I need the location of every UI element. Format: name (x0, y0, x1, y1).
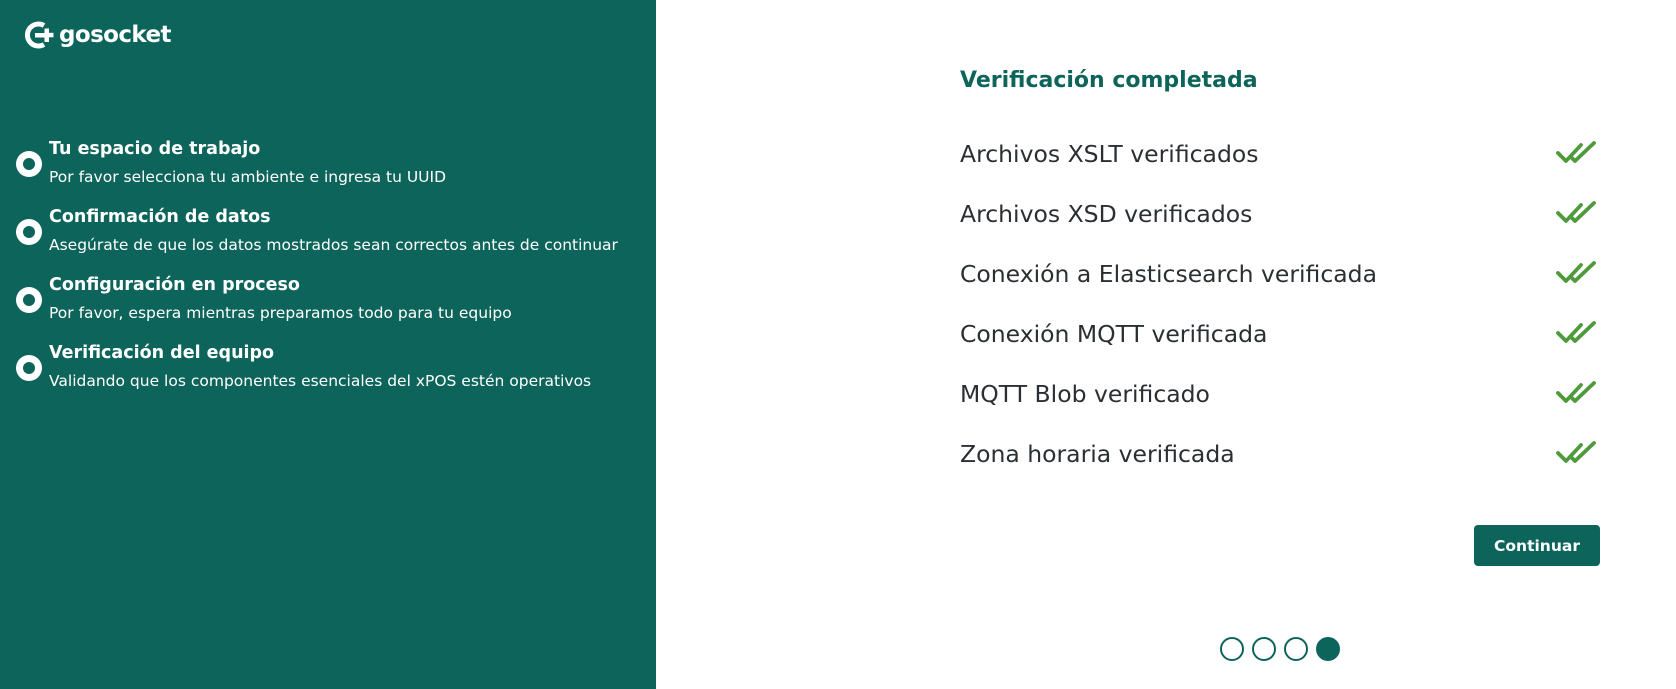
verification-label: Archivos XSLT verificados (960, 140, 1259, 168)
verification-label: Conexión a Elasticsearch verificada (960, 260, 1377, 288)
step-workspace: Tu espacio de trabajo Por favor seleccio… (16, 137, 646, 197)
verification-item: Conexión MQTT verificada (960, 314, 1600, 354)
step-pagination (1220, 637, 1340, 661)
verification-item: Conexión a Elasticsearch verificada (960, 254, 1600, 294)
logo: gosocket (22, 20, 171, 50)
pagination-dot-3[interactable] (1284, 637, 1308, 661)
continue-button[interactable]: Continuar (1474, 525, 1600, 566)
double-check-icon (1556, 321, 1596, 343)
pagination-dot-1[interactable] (1220, 637, 1244, 661)
main-content: Verificación completada Archivos XSLT ve… (656, 0, 1676, 689)
pagination-dot-2[interactable] (1252, 637, 1276, 661)
verification-label: Zona horaria verificada (960, 440, 1235, 468)
step-data-confirmation: Confirmación de datos Asegúrate de que l… (16, 205, 646, 265)
step-indicator-icon (16, 219, 42, 245)
verification-label: Conexión MQTT verificada (960, 320, 1268, 348)
page-title: Verificación completada (960, 68, 1258, 93)
step-configuration: Configuración en proceso Por favor, espe… (16, 273, 646, 333)
sidebar: gosocket Tu espacio de trabajo Por favor… (0, 0, 656, 689)
gosocket-logo-icon (25, 21, 54, 49)
double-check-icon (1556, 261, 1596, 283)
pagination-dot-4-active[interactable] (1316, 637, 1340, 661)
step-description: Asegúrate de que los datos mostrados sea… (49, 236, 618, 254)
step-indicator-icon (16, 287, 42, 313)
step-title: Verificación del equipo (49, 343, 275, 363)
double-check-icon (1556, 381, 1596, 403)
setup-wizard: gosocket Tu espacio de trabajo Por favor… (0, 0, 1676, 689)
verification-label: MQTT Blob verificado (960, 380, 1210, 408)
double-check-icon (1556, 201, 1596, 223)
step-title: Confirmación de datos (49, 207, 271, 227)
double-check-icon (1556, 441, 1596, 463)
step-description: Por favor selecciona tu ambiente e ingre… (49, 168, 447, 186)
double-check-icon (1556, 141, 1596, 163)
step-indicator-icon (16, 355, 42, 381)
step-description: Validando que los componentes esenciales… (49, 372, 592, 390)
verification-item: Zona horaria verificada (960, 434, 1600, 474)
verification-label: Archivos XSD verificados (960, 200, 1253, 228)
step-title: Configuración en proceso (49, 275, 300, 295)
step-indicator-icon (16, 151, 42, 177)
step-description: Por favor, espera mientras preparamos to… (49, 304, 512, 322)
brand-name: gosocket (59, 22, 171, 48)
verification-item: Archivos XSD verificados (960, 194, 1600, 234)
step-verification: Verificación del equipo Validando que lo… (16, 341, 646, 401)
verification-item: MQTT Blob verificado (960, 374, 1600, 414)
step-title: Tu espacio de trabajo (49, 139, 261, 159)
verification-item: Archivos XSLT verificados (960, 134, 1600, 174)
